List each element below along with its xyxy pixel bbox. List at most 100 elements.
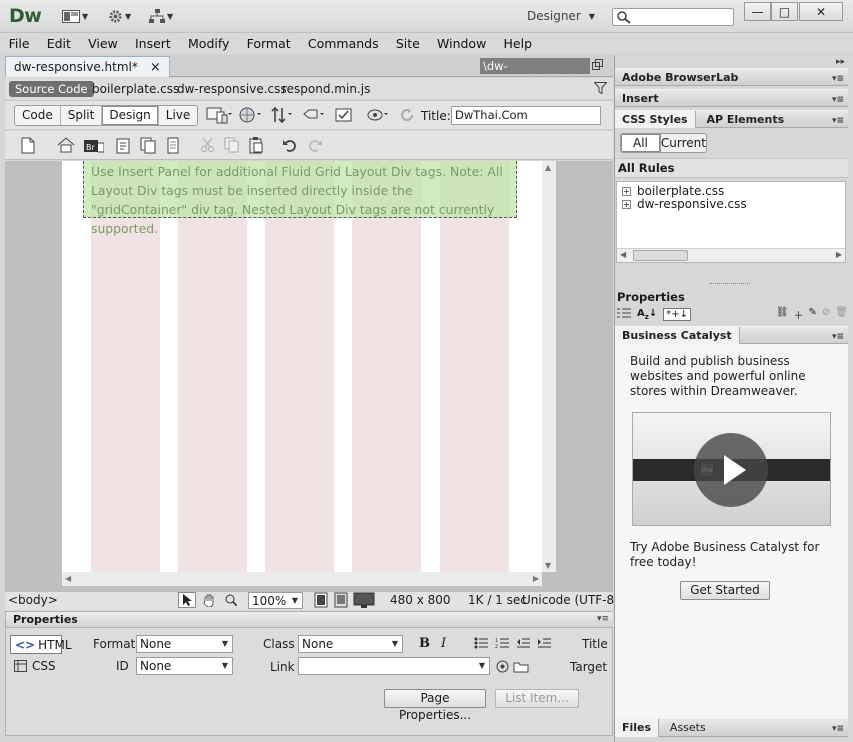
indent-icon[interactable] [537, 637, 551, 652]
browse-folder-icon[interactable] [513, 660, 529, 676]
unordered-list-icon[interactable] [474, 637, 488, 652]
play-icon[interactable] [694, 433, 768, 507]
menu-insert[interactable]: Insert [126, 36, 179, 51]
all-rules-toggle[interactable]: All [621, 134, 660, 152]
ordered-list-icon[interactable]: 12 [495, 637, 509, 652]
edit-rule-icon[interactable]: ✎ [809, 307, 817, 322]
point-to-file-icon[interactable] [496, 660, 509, 676]
live-view-button[interactable]: Live [159, 106, 198, 125]
window-size[interactable]: 480 x 800 [390, 593, 451, 607]
panel-menu-icon[interactable]: ▾≡ [597, 614, 609, 624]
document-tab[interactable]: dw-responsive.html* × [5, 56, 170, 77]
document-title-input[interactable]: DwThai.Com [451, 106, 601, 125]
site-sitemap-icon[interactable]: ▼ [149, 8, 173, 25]
panel-menu-icon[interactable]: ▾≡ [832, 92, 844, 109]
design-view-button[interactable]: Design [102, 106, 159, 125]
expand-icon[interactable]: + [622, 186, 631, 196]
vertical-scrollbar[interactable]: ▲ ▼ [542, 161, 556, 572]
horizontal-scrollbar[interactable]: ◀ ▶ [62, 572, 542, 586]
close-window-button[interactable]: ✕ [799, 2, 843, 21]
copy-page-icon[interactable] [139, 136, 159, 154]
browse-folder-icon[interactable]: Br [84, 136, 104, 154]
code-view-button[interactable]: Code [15, 106, 61, 125]
w3c-validation-icon[interactable] [302, 105, 328, 128]
redo-icon[interactable] [305, 136, 325, 154]
filter-icon[interactable] [593, 82, 608, 98]
select-tool-icon[interactable] [178, 592, 196, 608]
page-properties-button[interactable]: Page Properties... [384, 689, 486, 722]
format-select[interactable]: None ▼ [136, 635, 233, 653]
category-view-icon[interactable] [617, 308, 631, 321]
new-rule-icon[interactable]: ＋ [794, 307, 804, 322]
attach-style-icon[interactable]: ⛓ [776, 307, 789, 322]
zoom-select[interactable]: 100% ▼ [248, 592, 303, 609]
minimize-button[interactable]: — [744, 2, 771, 21]
edit-page-icon[interactable] [114, 136, 134, 154]
extend-gear-icon[interactable]: ▼ [108, 8, 131, 25]
rules-horizontal-scrollbar[interactable]: ◀ ▶ [617, 248, 845, 262]
italic-button[interactable]: I [441, 636, 446, 651]
visual-aids-icon[interactable] [366, 105, 392, 128]
related-file-boilerplate[interactable]: boilerplate.css [92, 81, 179, 97]
print-page-icon[interactable] [164, 136, 184, 154]
panel-resize-grip[interactable] [710, 283, 750, 286]
browserlab-panel-header[interactable]: Adobe BrowserLab ▾≡ [615, 68, 848, 86]
menu-modify[interactable]: Modify [179, 36, 238, 51]
menu-view[interactable]: View [80, 36, 127, 51]
class-select[interactable]: None ▼ [298, 635, 403, 653]
browser-compat-icon[interactable] [334, 105, 360, 128]
menu-window[interactable]: Window [428, 36, 494, 51]
restore-document-icon[interactable] [592, 59, 604, 71]
desktop-size-icon[interactable] [353, 592, 375, 611]
fluid-grid-notice[interactable]: Use Insert Panel for additional Fluid Gr… [83, 161, 517, 236]
related-file-respond[interactable]: respond.min.js [282, 81, 370, 97]
tab-ap-elements[interactable]: AP Elements [699, 111, 791, 128]
expand-panels-icon[interactable]: ▸▸ [836, 57, 845, 67]
workspace-switcher[interactable]: Designer ▼ [520, 5, 610, 27]
panel-menu-icon[interactable]: ▾≡ [832, 71, 844, 88]
expand-icon[interactable]: + [622, 199, 631, 209]
source-code-button[interactable]: Source Code [9, 81, 94, 97]
copy-icon[interactable] [222, 136, 242, 154]
current-rules-toggle[interactable]: Current [659, 134, 706, 152]
tag-selector[interactable]: <body> [8, 593, 58, 607]
disable-rule-icon[interactable]: ⊘ [822, 307, 830, 322]
tab-business-catalyst[interactable]: Business Catalyst [615, 327, 740, 344]
paste-icon[interactable] [246, 136, 266, 154]
layout-menu-icon[interactable]: ▼ [62, 8, 88, 25]
menu-format[interactable]: Format [238, 36, 299, 51]
insert-panel-header[interactable]: Insert ▾≡ [615, 89, 848, 107]
delete-rule-icon[interactable]: 🗑 [835, 307, 848, 322]
tab-files[interactable]: Files [615, 719, 660, 737]
bc-video-thumbnail[interactable]: Dw [632, 412, 831, 526]
new-page-icon[interactable] [18, 136, 38, 154]
panel-menu-icon[interactable]: ▾≡ [832, 113, 844, 130]
menu-site[interactable]: Site [387, 36, 428, 51]
tab-css-styles[interactable]: CSS Styles [615, 111, 696, 128]
menu-commands[interactable]: Commands [299, 36, 387, 51]
preview-browser-icon[interactable] [238, 105, 264, 128]
list-item-button[interactable]: List Item... [495, 689, 579, 708]
help-search-input[interactable] [612, 8, 734, 26]
zoom-tool-icon[interactable] [222, 592, 240, 608]
split-view-button[interactable]: Split [61, 106, 103, 125]
hand-tool-icon[interactable] [200, 592, 218, 608]
link-input[interactable]: ▼ [298, 657, 490, 675]
css-mode-button[interactable]: CSS [14, 659, 56, 673]
mobile-size-icon[interactable] [313, 592, 329, 611]
html-mode-button[interactable]: <> HTML [10, 635, 72, 654]
menu-edit[interactable]: Edit [38, 36, 79, 51]
properties-title[interactable]: Properties [6, 612, 613, 628]
multiscreen-icon[interactable] [206, 105, 232, 128]
set-properties-icon[interactable]: *+↓ [663, 308, 691, 321]
rule-row[interactable]: + dw-responsive.css [622, 197, 747, 211]
home-icon[interactable] [56, 136, 76, 154]
maximize-button[interactable]: □ [771, 2, 798, 21]
tablet-size-icon[interactable] [333, 592, 349, 611]
undo-icon[interactable] [280, 136, 300, 154]
close-tab-icon[interactable]: × [150, 60, 161, 75]
tab-assets[interactable]: Assets [663, 719, 713, 736]
menu-file[interactable]: File [0, 36, 38, 51]
menu-help[interactable]: Help [495, 36, 541, 51]
get-started-button[interactable]: Get Started [680, 581, 770, 600]
